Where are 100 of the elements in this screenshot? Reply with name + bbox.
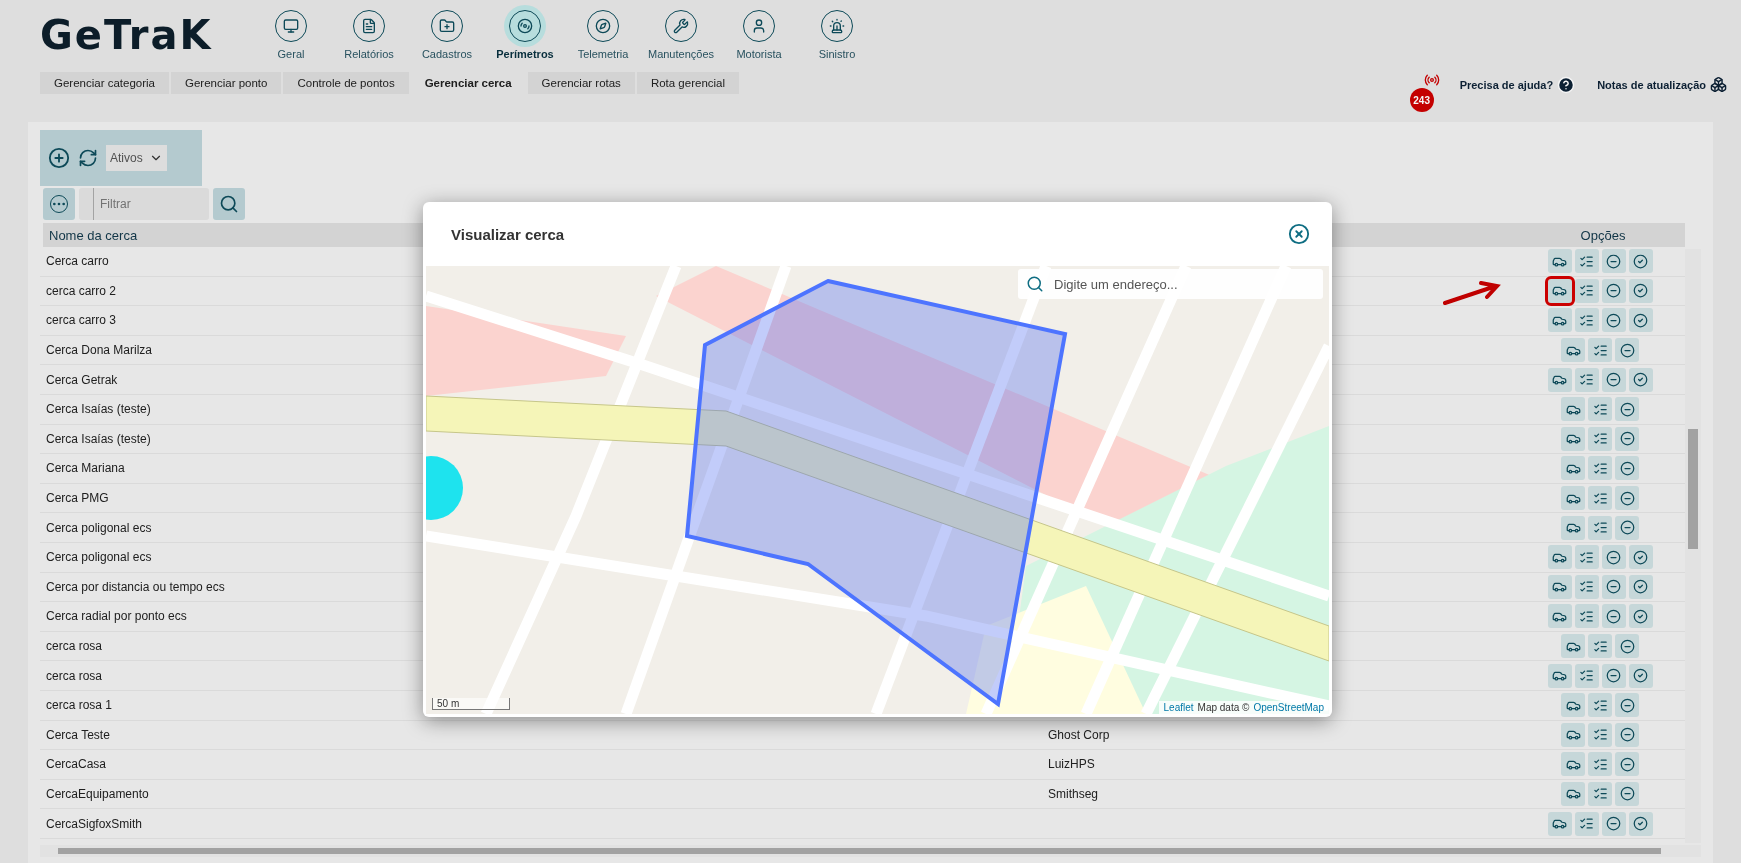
sub-tab[interactable]: Rota gerencial [636, 72, 740, 94]
list-button[interactable] [1574, 249, 1599, 274]
remove-button[interactable] [1615, 515, 1639, 540]
remove-button[interactable] [1601, 663, 1626, 688]
leaflet-link[interactable]: Leaflet [1163, 702, 1194, 713]
checklist-icon [1579, 668, 1594, 684]
list-button[interactable] [1588, 693, 1612, 718]
car-button[interactable] [1547, 249, 1572, 274]
remove-button[interactable] [1615, 634, 1639, 658]
nav-item[interactable]: Cadastros [408, 10, 486, 60]
list-button[interactable] [1574, 604, 1599, 629]
check-button[interactable] [1628, 811, 1653, 836]
car-button[interactable] [1561, 634, 1585, 658]
vertical-scrollbar[interactable] [1685, 249, 1701, 843]
list-button[interactable] [1574, 367, 1599, 392]
nav-item[interactable]: Motorista [720, 10, 798, 60]
status-select[interactable]: Ativos [106, 145, 167, 171]
remove-button[interactable] [1601, 545, 1626, 570]
remove-button[interactable] [1615, 693, 1639, 718]
car-button[interactable] [1547, 308, 1572, 333]
help-link[interactable]: Precisa de ajuda? [1453, 72, 1582, 98]
sub-tab[interactable]: Gerenciar rotas [527, 72, 635, 94]
remove-button[interactable] [1615, 426, 1639, 451]
car-button[interactable] [1547, 811, 1572, 836]
list-button[interactable] [1588, 456, 1612, 481]
check-button[interactable] [1628, 604, 1653, 629]
car-button[interactable] [1561, 486, 1585, 511]
list-button[interactable] [1588, 426, 1612, 451]
alert-count-badge[interactable]: 243 [1409, 88, 1434, 112]
check-button[interactable] [1628, 308, 1653, 333]
remove-button[interactable] [1615, 782, 1639, 806]
table-cell-text: Cerca Getrak [45, 372, 118, 387]
horizontal-scrollbar[interactable] [40, 845, 1701, 857]
car-button[interactable] [1561, 338, 1585, 363]
car-button[interactable] [1561, 752, 1585, 777]
remove-button[interactable] [1601, 574, 1626, 599]
address-search-field[interactable]: Digite um endereço... [1018, 269, 1323, 299]
list-button[interactable] [1574, 278, 1599, 303]
list-button[interactable] [1574, 545, 1599, 570]
remove-button[interactable] [1601, 308, 1626, 333]
sub-tab[interactable]: Gerenciar categoria [40, 72, 169, 94]
list-button[interactable] [1588, 782, 1612, 806]
car-button[interactable] [1561, 515, 1585, 540]
list-button[interactable] [1574, 308, 1599, 333]
check-button[interactable] [1628, 249, 1653, 274]
list-button[interactable] [1588, 486, 1612, 511]
sub-tab[interactable]: Gerenciar ponto [171, 72, 282, 94]
check-button[interactable] [1628, 574, 1653, 599]
car-button[interactable] [1547, 545, 1572, 570]
release-notes-link[interactable]: Notas de atualização [1591, 72, 1733, 97]
list-button[interactable] [1588, 515, 1612, 540]
add-button[interactable] [48, 147, 70, 169]
list-button[interactable] [1588, 752, 1612, 777]
list-button[interactable] [1588, 338, 1612, 363]
signal-icon[interactable] [1423, 72, 1440, 88]
car-button[interactable] [1561, 722, 1585, 747]
car-button[interactable] [1547, 278, 1572, 303]
nav-item[interactable]: Telemetria [564, 10, 642, 60]
remove-button[interactable] [1615, 722, 1639, 747]
list-button[interactable] [1588, 634, 1612, 658]
nav-item[interactable]: Relatórios [330, 10, 408, 60]
car-button[interactable] [1561, 782, 1585, 806]
nav-item[interactable]: Manutenções [642, 10, 720, 60]
list-button[interactable] [1588, 397, 1612, 422]
car-button[interactable] [1561, 426, 1585, 451]
check-button[interactable] [1628, 545, 1653, 570]
remove-button[interactable] [1615, 397, 1639, 422]
car-button[interactable] [1561, 397, 1585, 422]
nav-item[interactable]: Perímetros [486, 10, 564, 60]
remove-button[interactable] [1601, 604, 1626, 629]
remove-button[interactable] [1615, 338, 1639, 363]
remove-button[interactable] [1601, 278, 1626, 303]
check-button[interactable] [1628, 367, 1653, 392]
remove-button[interactable] [1601, 367, 1626, 392]
remove-button[interactable] [1615, 456, 1639, 481]
openstreetmap-link[interactable]: OpenStreetMap [1253, 702, 1324, 713]
car-button[interactable] [1547, 663, 1572, 688]
check-button[interactable] [1628, 663, 1653, 688]
sub-tab[interactable]: Controle de pontos [283, 72, 409, 94]
address-input[interactable]: Digite um endereço... [1052, 275, 1315, 293]
remove-button[interactable] [1601, 249, 1626, 274]
list-button[interactable] [1574, 811, 1599, 836]
remove-button[interactable] [1615, 486, 1639, 511]
list-button[interactable] [1574, 574, 1599, 599]
remove-button[interactable] [1601, 811, 1626, 836]
remove-button[interactable] [1615, 752, 1639, 777]
car-button[interactable] [1547, 604, 1572, 629]
car-button[interactable] [1561, 693, 1585, 718]
search-button[interactable] [213, 188, 245, 220]
car-button[interactable] [1561, 456, 1585, 481]
more-options-button[interactable] [43, 188, 75, 220]
list-button[interactable] [1588, 722, 1612, 747]
car-button[interactable] [1547, 574, 1572, 599]
nav-item[interactable]: Geral [252, 10, 330, 60]
car-button[interactable] [1547, 367, 1572, 392]
nav-item[interactable]: Sinistro [798, 10, 876, 60]
check-button[interactable] [1628, 278, 1653, 303]
close-button[interactable] [1288, 223, 1310, 245]
list-button[interactable] [1574, 663, 1599, 688]
refresh-button[interactable] [78, 148, 98, 168]
